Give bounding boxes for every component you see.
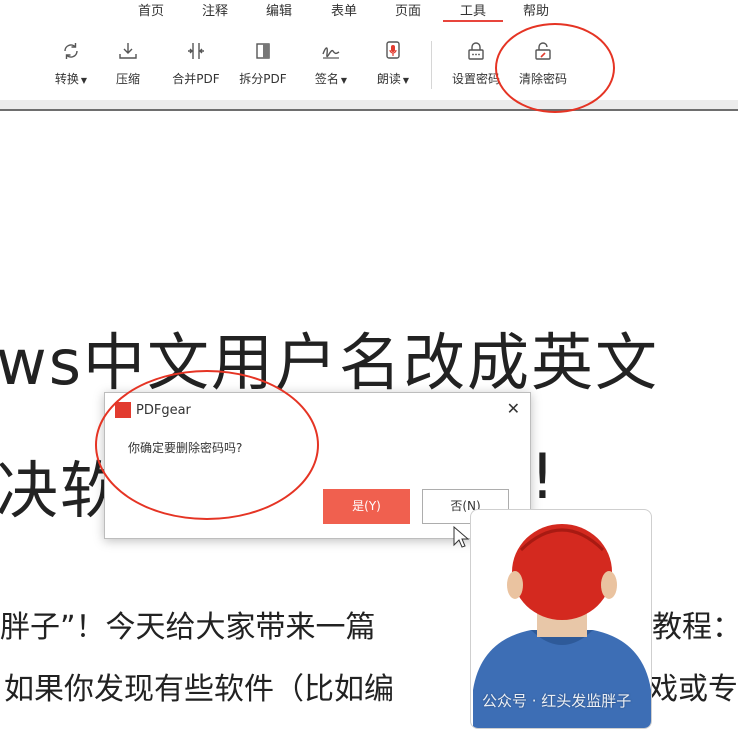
toolbar-divider — [431, 41, 432, 89]
chevron-down-icon: ▼ — [402, 76, 410, 85]
watermark-text: 公众号 · 红头发监胖子 — [482, 692, 632, 710]
read-aloud-label: 朗读 — [376, 72, 401, 86]
split-pdf-label: 拆分PDF — [239, 72, 287, 86]
compress-button[interactable]: 压缩 — [112, 40, 144, 92]
tab-help[interactable]: 帮助 — [522, 4, 550, 22]
tab-edit[interactable]: 编辑 — [265, 4, 293, 22]
doc-body-line2-right: 戏或专 — [648, 672, 738, 707]
annotation-circle — [495, 23, 615, 113]
signature-icon — [322, 47, 340, 59]
convert-icon — [64, 43, 78, 59]
signature-label: 签名 — [314, 72, 339, 86]
compress-icon — [119, 43, 137, 59]
yes-button[interactable]: 是(Y) — [323, 489, 410, 524]
tab-tools[interactable]: 工具 — [443, 4, 503, 22]
convert-button[interactable]: 转换 ▼ — [48, 40, 94, 92]
mouse-cursor-icon — [453, 526, 469, 548]
merge-pdf-label: 合并PDF — [172, 72, 220, 86]
close-icon[interactable]: ✕ — [507, 399, 520, 418]
merge-pdf-button[interactable]: 合并PDF — [169, 40, 223, 92]
doc-body-line1-right: 教程： — [652, 610, 738, 645]
doc-heading-line2-right: ! — [530, 440, 557, 513]
lock-icon — [468, 42, 484, 60]
doc-heading-line1: ws中文用户名改成英文 — [0, 326, 660, 399]
tab-home[interactable]: 首页 — [137, 4, 165, 22]
tab-annotate[interactable]: 注释 — [201, 4, 229, 22]
merge-pdf-icon — [188, 43, 204, 59]
ribbon-separator — [0, 100, 738, 111]
chevron-down-icon: ▼ — [340, 76, 348, 85]
compress-label: 压缩 — [115, 72, 140, 86]
microphone-icon — [386, 41, 400, 59]
signature-button[interactable]: 签名 ▼ — [309, 40, 353, 92]
doc-body-line1-left: 胖子”！今天给大家带来一篇 — [0, 610, 376, 645]
split-pdf-button[interactable]: 拆分PDF — [236, 40, 290, 92]
read-aloud-button[interactable]: 朗读 ▼ — [371, 40, 415, 92]
tab-page[interactable]: 页面 — [394, 4, 422, 22]
tab-form[interactable]: 表单 — [330, 4, 358, 22]
convert-label: 转换 — [54, 72, 79, 86]
ribbon-toolbar: 首页 注释 编辑 表单 页面 工具 帮助 转换▼ 压缩 合并PDF 拆分PDF — [0, 0, 738, 111]
chevron-down-icon: ▼ — [80, 76, 88, 85]
split-pdf-icon — [256, 43, 270, 59]
annotation-circle — [95, 370, 319, 520]
doc-body-line2-left: 如果你发现有些软件（比如编 — [4, 672, 394, 707]
